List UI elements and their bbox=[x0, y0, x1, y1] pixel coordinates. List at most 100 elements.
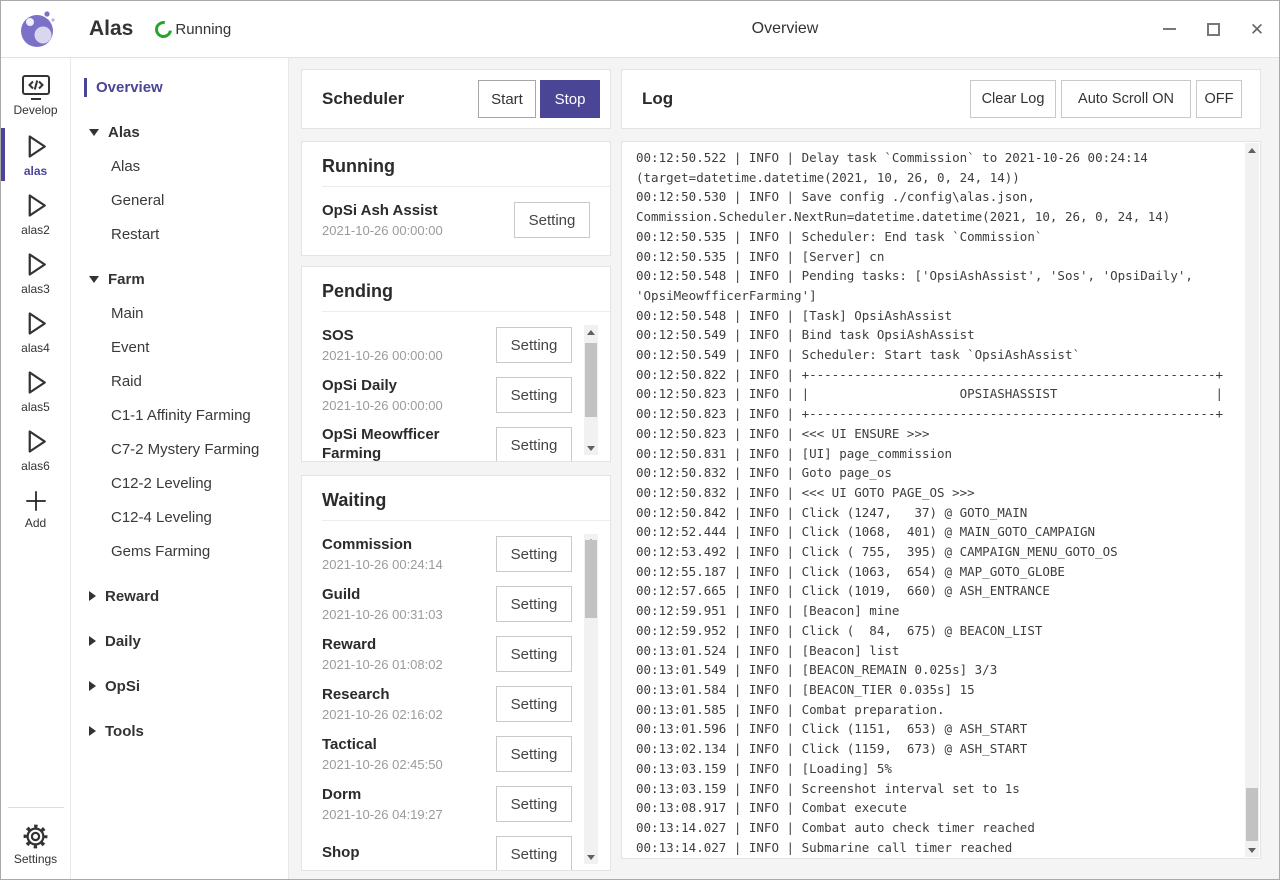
log-line: 00:12:57.665 | INFO | Click (1019, 660) … bbox=[636, 581, 1236, 601]
close-button[interactable]: ✕ bbox=[1235, 1, 1279, 57]
scroll-down-icon[interactable] bbox=[584, 441, 598, 455]
log-line: 00:12:55.187 | INFO | Click (1063, 654) … bbox=[636, 562, 1236, 582]
task-name: Shop bbox=[322, 843, 482, 862]
maximize-button[interactable] bbox=[1191, 1, 1235, 57]
scrollbar-thumb[interactable] bbox=[1246, 788, 1258, 841]
nav-item-alas[interactable]: Alas bbox=[71, 149, 288, 183]
nav-group-opsi[interactable]: OpSi bbox=[71, 669, 288, 703]
task-info: Commission 2021-10-26 00:24:14 bbox=[322, 535, 482, 573]
setting-button[interactable]: Setting bbox=[496, 836, 572, 871]
nav-item-c12-2-leveling[interactable]: C12-2 Leveling bbox=[71, 466, 288, 500]
setting-button[interactable]: Setting bbox=[496, 786, 572, 822]
scrollbar-thumb[interactable] bbox=[585, 343, 597, 417]
scrollbar-thumb[interactable] bbox=[585, 540, 597, 618]
nav-label: Alas bbox=[111, 158, 140, 175]
clear-log-button[interactable]: Clear Log bbox=[970, 80, 1056, 118]
nav-group-alas[interactable]: Alas bbox=[71, 115, 288, 149]
nav-label: C12-4 Leveling bbox=[111, 509, 212, 526]
rail-item-develop[interactable]: Develop bbox=[1, 66, 70, 125]
rail-item-alas3[interactable]: alas3 bbox=[1, 243, 70, 302]
setting-button[interactable]: Setting bbox=[496, 327, 572, 363]
autoscroll-on-button[interactable]: Auto Scroll ON bbox=[1061, 80, 1191, 118]
nav-label: Main bbox=[111, 305, 144, 322]
autoscroll-off-button[interactable]: OFF bbox=[1196, 80, 1242, 118]
caret-right-icon bbox=[89, 681, 96, 691]
nav-item-main[interactable]: Main bbox=[71, 296, 288, 330]
nav-item-c7-2-mystery-farming[interactable]: C7-2 Mystery Farming bbox=[71, 432, 288, 466]
caret-right-icon bbox=[89, 591, 96, 601]
active-indicator bbox=[1, 128, 5, 181]
task-next-run-time: 2021-10-26 04:19:27 bbox=[322, 807, 482, 823]
log-line: 00:13:01.585 | INFO | Combat preparation… bbox=[636, 700, 1236, 720]
task-row: Dorm 2021-10-26 04:19:27 Setting bbox=[322, 779, 610, 829]
nav-group-farm[interactable]: Farm bbox=[71, 262, 288, 296]
scroll-up-icon[interactable] bbox=[584, 325, 598, 339]
scroll-up-icon[interactable] bbox=[1245, 143, 1259, 157]
log-line: 'OpsiMeowfficerFarming'] bbox=[636, 286, 1236, 306]
log-line: 00:12:50.842 | INFO | Click (1247, 37) @… bbox=[636, 503, 1236, 523]
settings-button[interactable]: Settings bbox=[1, 812, 70, 876]
rail-divider bbox=[8, 807, 64, 808]
task-row: SOS 2021-10-26 00:00:00 Setting bbox=[322, 320, 610, 370]
rail-item-alas[interactable]: alas bbox=[1, 125, 70, 184]
task-next-run-time: 2021-10-26 02:45:50 bbox=[322, 757, 482, 773]
nav-item-event[interactable]: Event bbox=[71, 330, 288, 364]
task-row: Guild 2021-10-26 00:31:03 Setting bbox=[322, 579, 610, 629]
log-scrollbar[interactable] bbox=[1245, 143, 1259, 857]
log-line: 00:13:03.159 | INFO | [Loading] 5% bbox=[636, 759, 1236, 779]
nav-group-reward[interactable]: Reward bbox=[71, 579, 288, 613]
log-line: 00:12:50.822 | INFO | +-----------------… bbox=[636, 365, 1236, 385]
setting-button[interactable]: Setting bbox=[496, 377, 572, 413]
scroll-down-icon[interactable] bbox=[584, 850, 598, 864]
scroll-down-icon[interactable] bbox=[1245, 843, 1259, 857]
scheduler-panel: Scheduler Start Stop bbox=[301, 69, 611, 129]
nav-item-c1-1-affinity-farming[interactable]: C1-1 Affinity Farming bbox=[71, 398, 288, 432]
task-row: Research 2021-10-26 02:16:02 Setting bbox=[322, 679, 610, 729]
window-controls: ✕ bbox=[1147, 1, 1279, 57]
minimize-button[interactable] bbox=[1147, 1, 1191, 57]
log-header-panel: Log Clear Log Auto Scroll ON OFF bbox=[621, 69, 1261, 129]
log-output[interactable]: 00:12:50.522 | INFO | Delay task `Commis… bbox=[621, 141, 1261, 859]
instance-rail: Develop alas alas2 alas3 alas4 bbox=[1, 58, 71, 880]
page-title: Overview bbox=[752, 20, 819, 38]
waiting-scrollbar[interactable] bbox=[584, 534, 598, 864]
nav-group-tools[interactable]: Tools bbox=[71, 714, 288, 748]
setting-button[interactable]: Setting bbox=[496, 536, 572, 572]
nav-label: Restart bbox=[111, 226, 159, 243]
task-info: Research 2021-10-26 02:16:02 bbox=[322, 685, 482, 723]
start-button[interactable]: Start bbox=[478, 80, 536, 118]
nav-item-c12-4-leveling[interactable]: C12-4 Leveling bbox=[71, 500, 288, 534]
pending-scrollbar[interactable] bbox=[584, 325, 598, 455]
setting-button[interactable]: Setting bbox=[514, 202, 590, 238]
log-line: 00:12:50.522 | INFO | Delay task `Commis… bbox=[636, 148, 1236, 168]
rail-label: alas6 bbox=[21, 459, 50, 473]
rail-item-alas5[interactable]: alas5 bbox=[1, 361, 70, 420]
waiting-list[interactable]: Commission 2021-10-26 00:24:14 Setting G… bbox=[302, 521, 610, 871]
log-lines: 00:12:50.522 | INFO | Delay task `Commis… bbox=[622, 142, 1260, 859]
nav-item-raid[interactable]: Raid bbox=[71, 364, 288, 398]
add-instance-button[interactable]: Add bbox=[1, 479, 70, 538]
pending-list[interactable]: SOS 2021-10-26 00:00:00 Setting OpSi Dai… bbox=[302, 312, 610, 462]
setting-button[interactable]: Setting bbox=[496, 736, 572, 772]
setting-button[interactable]: Setting bbox=[496, 686, 572, 722]
log-line: 00:13:14.027 | INFO | Combat auto check … bbox=[636, 818, 1236, 838]
rail-item-alas6[interactable]: alas6 bbox=[1, 420, 70, 479]
nav-item-overview[interactable]: Overview bbox=[71, 70, 288, 104]
nav-label: Alas bbox=[108, 124, 140, 141]
log-line: 00:12:50.548 | INFO | Pending tasks: ['O… bbox=[636, 266, 1236, 286]
rail-item-alas4[interactable]: alas4 bbox=[1, 302, 70, 361]
stop-button[interactable]: Stop bbox=[540, 80, 600, 118]
nav-item-restart[interactable]: Restart bbox=[71, 217, 288, 251]
nav-item-general[interactable]: General bbox=[71, 183, 288, 217]
titlebar: Alas Running Overview ✕ bbox=[1, 1, 1279, 58]
setting-button[interactable]: Setting bbox=[496, 427, 572, 462]
setting-button[interactable]: Setting bbox=[496, 636, 572, 672]
task-next-run-time: 2021-10-26 01:08:02 bbox=[322, 657, 482, 673]
task-next-run-time: 2021-10-26 00:00:00 bbox=[322, 398, 482, 414]
task-name: Commission bbox=[322, 535, 482, 554]
log-line: Commission.Scheduler.NextRun=datetime.da… bbox=[636, 207, 1236, 227]
setting-button[interactable]: Setting bbox=[496, 586, 572, 622]
nav-group-daily[interactable]: Daily bbox=[71, 624, 288, 658]
rail-item-alas2[interactable]: alas2 bbox=[1, 184, 70, 243]
nav-item-gems-farming[interactable]: Gems Farming bbox=[71, 534, 288, 568]
